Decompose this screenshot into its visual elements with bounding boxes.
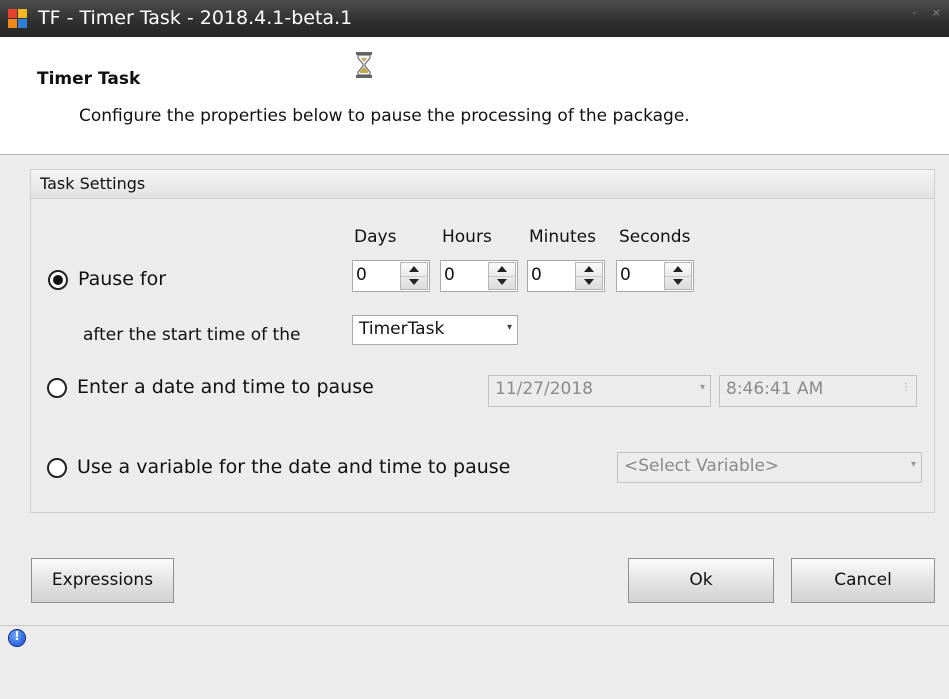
dropdown-arrow-icon[interactable]: ▾ — [507, 322, 512, 333]
time-value[interactable]: 8:46:41 AM — [726, 379, 823, 399]
time-picker[interactable]: 8:46:41 AM ⋮ — [719, 375, 917, 407]
app-icon — [8, 9, 28, 29]
variable-dropdown-icon[interactable]: ▾ — [911, 459, 916, 470]
date-value[interactable]: 11/27/2018 — [495, 379, 593, 399]
seconds-value[interactable]: 0 — [620, 265, 631, 285]
days-spinner[interactable]: 0 — [352, 260, 430, 292]
group-header: Task Settings — [31, 170, 934, 199]
expressions-button[interactable]: Expressions — [31, 558, 174, 603]
pause-for-radio[interactable] — [48, 270, 68, 290]
minutes-value[interactable]: 0 — [531, 265, 542, 285]
minutes-spinner[interactable]: 0 — [527, 260, 605, 292]
hours-up-arrow-icon[interactable] — [489, 263, 515, 277]
minutes-up-arrow-icon[interactable] — [576, 263, 602, 277]
seconds-up-arrow-icon[interactable] — [665, 263, 691, 277]
seconds-spin-buttons[interactable] — [664, 262, 692, 290]
variable-select[interactable]: <Select Variable> ▾ — [617, 452, 922, 483]
hours-spinner[interactable]: 0 — [440, 260, 518, 292]
days-down-arrow-icon[interactable] — [401, 276, 427, 289]
header-title: Timer Task — [37, 69, 141, 89]
start-task-value[interactable]: TimerTask — [359, 319, 444, 339]
footer-divider — [0, 625, 949, 626]
days-up-arrow-icon[interactable] — [401, 263, 427, 277]
title-bar: TF - Timer Task - 2018.4.1-beta.1 - × — [0, 0, 949, 37]
pause-for-label[interactable]: Pause for — [78, 268, 166, 290]
variable-label[interactable]: Use a variable for the date and time to … — [77, 456, 510, 478]
minutes-spin-buttons[interactable] — [575, 262, 603, 290]
seconds-spinner[interactable]: 0 — [616, 260, 694, 292]
hourglass-icon — [356, 52, 372, 78]
date-time-label[interactable]: Enter a date and time to pause — [77, 376, 374, 398]
hours-label: Hours — [442, 227, 492, 247]
hours-down-arrow-icon[interactable] — [489, 276, 515, 289]
minutes-label: Minutes — [529, 227, 596, 247]
days-value[interactable]: 0 — [356, 265, 367, 285]
date-picker[interactable]: 11/27/2018 ▾ — [488, 375, 711, 407]
group-title: Task Settings — [40, 174, 146, 193]
seconds-label: Seconds — [619, 227, 691, 247]
time-spin-icon[interactable]: ⋮ — [901, 382, 911, 393]
variable-radio[interactable] — [47, 458, 67, 478]
window-title: TF - Timer Task - 2018.4.1-beta.1 — [38, 7, 353, 29]
date-time-radio[interactable] — [47, 378, 67, 398]
cancel-button[interactable]: Cancel — [791, 558, 935, 603]
minutes-down-arrow-icon[interactable] — [576, 276, 602, 289]
start-task-select[interactable]: TimerTask ▾ — [352, 315, 518, 345]
seconds-down-arrow-icon[interactable] — [665, 276, 691, 289]
ok-button[interactable]: Ok — [628, 558, 774, 603]
info-icon[interactable] — [9, 629, 25, 646]
days-label: Days — [354, 227, 397, 247]
after-start-label: after the start time of the — [83, 325, 301, 345]
hours-spin-buttons[interactable] — [488, 262, 516, 290]
header-description: Configure the properties below to pause … — [79, 106, 690, 126]
hours-value[interactable]: 0 — [444, 265, 455, 285]
dialog-header: Timer Task Configure the properties belo… — [0, 37, 949, 155]
days-spin-buttons[interactable] — [400, 262, 428, 290]
date-dropdown-icon[interactable]: ▾ — [700, 382, 705, 393]
variable-value[interactable]: <Select Variable> — [624, 456, 779, 476]
window-controls[interactable]: - × — [912, 6, 947, 19]
